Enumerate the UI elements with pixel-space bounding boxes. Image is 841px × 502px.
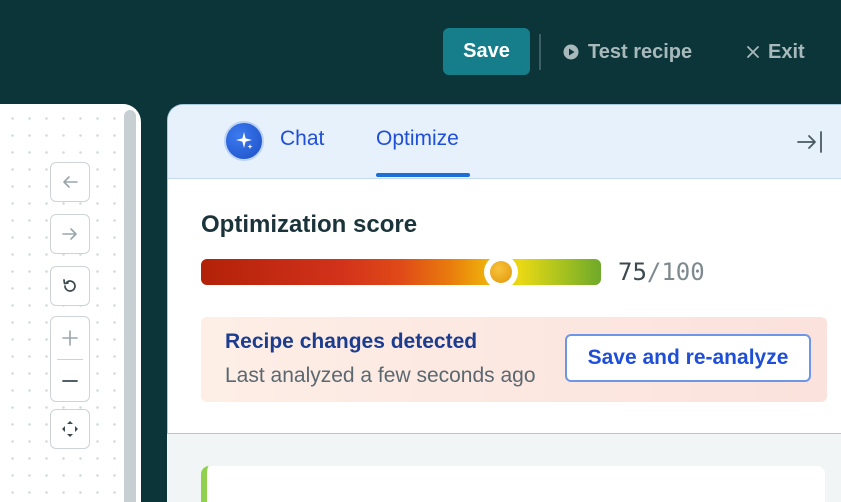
ai-sparkle-icon [224,121,264,161]
redo-button[interactable] [50,214,90,254]
undo-button[interactable] [50,162,90,202]
recipe-canvas[interactable] [0,104,141,502]
suggestion-card [201,466,825,502]
score-indicator [484,255,518,289]
score-indicator-dot [490,261,512,283]
canvas-scrollbar[interactable] [124,110,136,502]
optimize-panel: Chat Optimize Optimization score 75/100 … [167,104,841,434]
plus-icon [62,330,78,346]
score-max: 100 [661,258,705,286]
forward-arrow-icon [62,228,77,240]
alert-title: Recipe changes detected [225,330,478,353]
zoom-in-button[interactable] [51,317,89,359]
collapse-panel-button[interactable] [796,129,824,160]
test-recipe-label: Test recipe [588,40,693,63]
score-title: Optimization score [201,211,418,238]
minus-icon [62,380,78,382]
score-bar [201,259,601,285]
zoom-controls [50,316,90,402]
reset-view-button[interactable] [50,266,90,306]
active-tab-indicator [376,173,470,177]
alert-subtitle: Last analyzed a few seconds ago [225,364,536,387]
tab-chat[interactable]: Chat [280,127,324,151]
reset-icon [63,279,76,292]
move-icon [62,421,78,437]
score-number: 75 [618,258,647,286]
save-button[interactable]: Save [443,28,530,75]
panel-header: Chat Optimize [168,105,841,179]
top-toolbar: Save Test recipe Exit [0,0,841,104]
zoom-out-button[interactable] [51,360,89,402]
back-arrow-icon [63,176,78,188]
score-value: 75/100 [618,258,705,286]
toolbar-divider [539,34,541,70]
lower-section [167,434,841,502]
tab-optimize[interactable]: Optimize [376,127,459,151]
changes-alert: Recipe changes detected Last analyzed a … [201,317,827,402]
save-and-reanalyze-button[interactable]: Save and re-analyze [565,334,811,382]
close-icon [747,46,759,58]
exit-button[interactable]: Exit [746,36,805,68]
test-recipe-button[interactable]: Test recipe [563,36,692,68]
play-icon [563,44,579,60]
fit-view-button[interactable] [50,409,90,449]
collapse-right-icon [797,131,822,153]
score-separator: / [646,258,662,286]
exit-label: Exit [768,40,805,63]
